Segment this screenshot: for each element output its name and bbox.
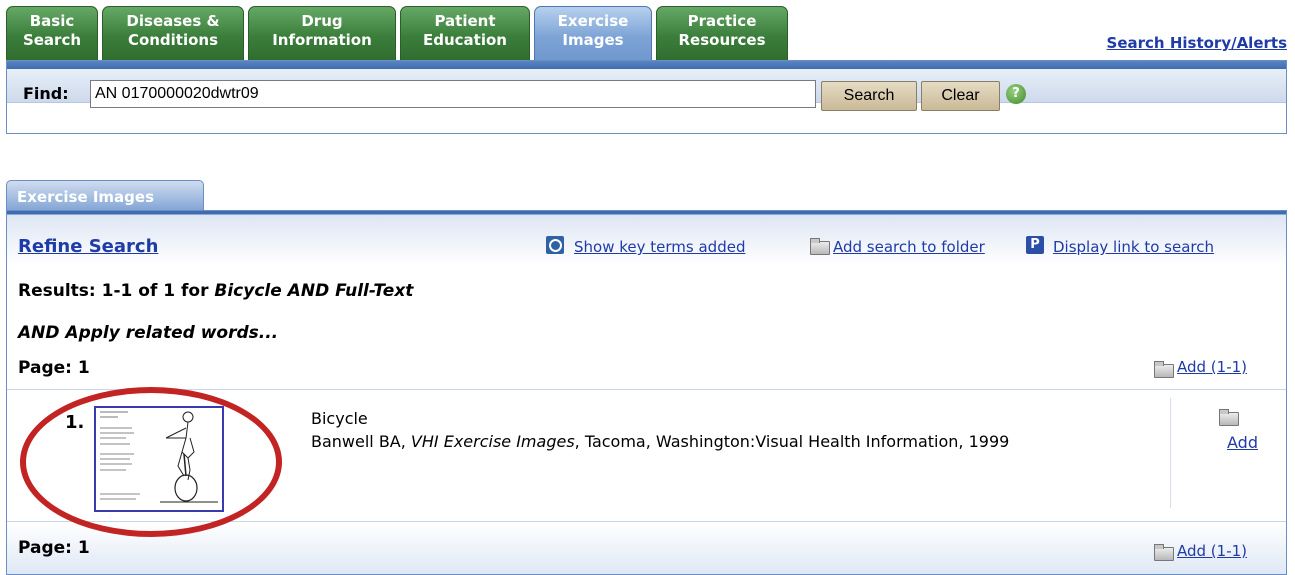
tab-exercise-images[interactable]: Exercise Images <box>534 6 652 61</box>
find-bar: Find: AN 0170000020dwtr09 Search Clear ? <box>6 60 1287 134</box>
result-title[interactable]: Bicycle <box>311 409 368 428</box>
refine-search-link[interactable]: Refine Search <box>18 236 158 257</box>
citation-author: Banwell BA, <box>311 432 411 451</box>
results-query: Bicycle AND Full-Text <box>214 281 414 301</box>
tab-patient-education[interactable]: Patient Education <box>400 6 530 61</box>
tab-label-line2: Search <box>22 31 82 49</box>
search-history-alerts-link[interactable]: Search History/Alerts <box>1107 34 1287 52</box>
tab-basic-search[interactable]: Basic Search <box>6 6 98 61</box>
folder-icon[interactable] <box>1219 409 1239 426</box>
tab-label-line2: Education <box>423 31 507 49</box>
results-summary: Results: 1-1 of 1 for Bicycle AND Full-T… <box>18 281 413 301</box>
row-divider <box>1170 398 1171 508</box>
folder-icon[interactable] <box>1154 361 1174 378</box>
tab-label-line1: Basic <box>29 12 75 30</box>
tab-label-line2: Information <box>272 31 372 49</box>
citation-rest: , Tacoma, Washington:Visual Health Infor… <box>574 432 1010 451</box>
help-icon[interactable]: ? <box>1006 84 1026 104</box>
add-range-bottom-link[interactable]: Add (1-1) <box>1177 542 1247 560</box>
search-button[interactable]: Search <box>821 81 917 111</box>
tab-label-line1: Exercise <box>557 12 629 30</box>
tab-label-line2: Conditions <box>127 31 219 49</box>
clear-button[interactable]: Clear <box>921 81 1000 111</box>
folder-icon[interactable] <box>1154 544 1174 561</box>
tab-practice-resources[interactable]: Practice Resources <box>656 6 788 61</box>
show-key-terms-link[interactable]: Show key terms added <box>574 238 745 256</box>
result-citation: Banwell BA, VHI Exercise Images, Tacoma,… <box>311 431 1091 453</box>
section-tab-exercise-images[interactable]: Exercise Images <box>6 180 204 212</box>
magnify-icon[interactable] <box>546 236 564 254</box>
citation-source: VHI Exercise Images <box>410 432 575 451</box>
highlight-circle <box>20 387 282 537</box>
tab-label-line2: Resources <box>678 31 766 49</box>
add-search-to-folder-link[interactable]: Add search to folder <box>833 238 985 256</box>
tab-diseases-conditions[interactable]: Diseases & Conditions <box>102 6 244 61</box>
tab-label-line1: Patient <box>434 12 496 30</box>
find-label: Find: <box>23 84 69 103</box>
add-range-top-link[interactable]: Add (1-1) <box>1177 358 1247 376</box>
display-link-to-search-link[interactable]: Display link to search <box>1053 238 1214 256</box>
permalink-icon[interactable]: P <box>1026 236 1044 254</box>
page-label-top: Page: 1 <box>18 358 90 378</box>
tab-label-line1: Practice <box>687 12 757 30</box>
tab-drug-information[interactable]: Drug Information <box>248 6 396 61</box>
find-input[interactable]: AN 0170000020dwtr09 <box>90 80 816 108</box>
tab-label-line1: Drug <box>301 12 343 30</box>
add-to-folder-link[interactable]: Add <box>1227 433 1258 452</box>
results-summary-text: Results: 1-1 of 1 for <box>18 281 215 301</box>
tab-label-line1: Diseases & <box>126 12 220 30</box>
page-label-bottom: Page: 1 <box>18 538 90 558</box>
folder-icon[interactable] <box>810 238 830 255</box>
tab-label-line2: Images <box>562 31 624 49</box>
apply-related-words: AND Apply related words... <box>18 323 279 343</box>
